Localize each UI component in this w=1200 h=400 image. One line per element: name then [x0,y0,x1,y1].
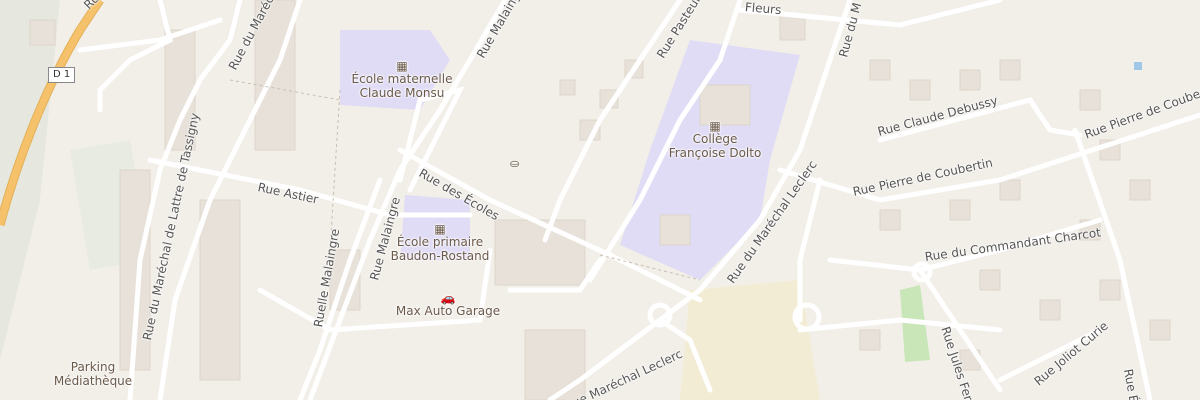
school-icon: ▦ [709,119,721,133]
poi-parking-mediatheque[interactable]: Parking Médiathèque [48,360,138,388]
poi-max-auto-garage[interactable]: 🚗 Max Auto Garage [393,292,503,318]
school-icon: ▦ [434,222,446,236]
water-feature [1134,62,1142,70]
buildings [29,0,1171,400]
poi-college-dolto[interactable]: ▦ Collège Françoise Dolto [655,120,775,160]
school-icon: ▦ [396,59,408,73]
road-shield-d1: D 1 [48,67,76,83]
footpath [329,89,341,251]
poi-ecole-maternelle[interactable]: ▦ École maternelle Claude Monsu [340,60,464,100]
map-canvas[interactable]: D 1 Rue de Rue du Maréchal Rue Malaingre… [0,0,1200,400]
poi-ecole-primaire[interactable]: ▦ École primaire Baudon-Rostand [385,223,495,263]
playground-icon[interactable]: ⛀ [510,157,519,170]
car-repair-icon: 🚗 [440,291,456,305]
streets [77,0,1200,400]
